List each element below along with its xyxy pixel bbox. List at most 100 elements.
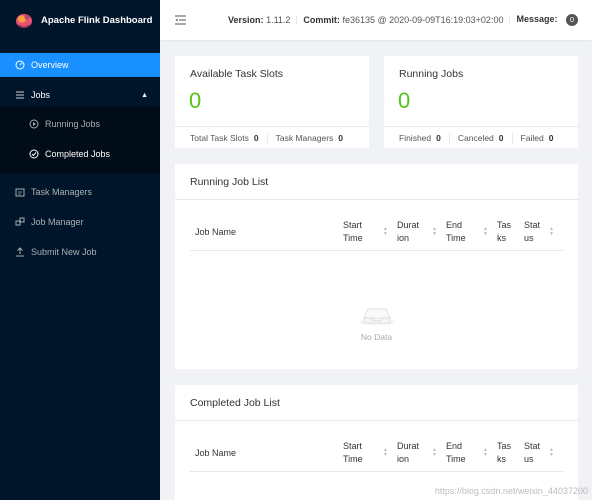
version-info: Version: 1.11.2: [222, 15, 298, 25]
column-label: Durat ion: [397, 220, 420, 243]
schedule-icon: [15, 187, 25, 197]
play-circle-icon: [29, 119, 39, 129]
card-title: Completed Job List: [175, 385, 578, 421]
column-header-end-time[interactable]: End Time ▲ ▼: [441, 440, 492, 466]
stat-label: Canceled: [457, 132, 494, 143]
brand[interactable]: Apache Flink Dashboard: [0, 0, 160, 40]
failed-count: Failed 0: [521, 133, 562, 143]
task-managers-count: Task Managers 0: [276, 133, 351, 143]
sort-icon[interactable]: ▲ ▼: [432, 227, 437, 237]
column-label: End Time: [446, 441, 466, 464]
completed-job-table: Job Name Start Time ▲ ▼ Durat ion ▲ ▼ End Ti…: [190, 435, 563, 472]
column-label: End Time: [446, 220, 466, 243]
sort-icon[interactable]: ▲ ▼: [549, 448, 554, 458]
sidebar-item-job-manager[interactable]: Job Manager: [0, 210, 160, 234]
sidebar-item-overview[interactable]: Overview: [0, 53, 160, 77]
commit-info: Commit: fe36135 @ 2020-09-09T16:19:03+02…: [297, 15, 511, 25]
sort-icon[interactable]: ▲ ▼: [383, 448, 388, 458]
column-header-start-time[interactable]: Start Time ▲ ▼: [338, 219, 392, 245]
sidebar-item-label: Overview: [31, 60, 69, 70]
stat-value: 0: [253, 132, 259, 143]
sidebar-menu: Overview Jobs ▲ Running Jobs Completed J…: [0, 53, 160, 264]
card-footer: Total Task Slots 0 Task Managers 0: [175, 126, 369, 148]
sidebar-item-label: Running Jobs: [45, 119, 101, 129]
column-label: Tas ks: [497, 441, 512, 464]
version-label: Version:: [228, 15, 264, 25]
column-header-job-name[interactable]: Job Name: [190, 226, 338, 239]
message-info[interactable]: Message: 0: [510, 14, 584, 26]
stat-label: Task Managers: [275, 132, 334, 143]
sort-icon[interactable]: ▲ ▼: [432, 448, 437, 458]
upload-icon: [15, 247, 25, 257]
sidebar-item-completed-jobs[interactable]: Completed Jobs: [0, 142, 160, 166]
column-label: Tas ks: [497, 220, 512, 243]
cluster-icon: [15, 217, 25, 227]
sidebar-item-label: Completed Jobs: [45, 149, 111, 159]
header-info: Version: 1.11.2 Commit: fe36135 @ 2020-0…: [222, 14, 592, 26]
stat-label: Finished: [399, 132, 432, 143]
running-job-table: Job Name Start Time ▲ ▼ Durat ion ▲ ▼ End Ti…: [190, 214, 563, 342]
column-header-tasks[interactable]: Tas ks: [492, 440, 519, 466]
running-job-list-card: Running Job List Job Name Start Time ▲ ▼ D…: [175, 164, 578, 369]
card-title: Available Task Slots: [190, 68, 283, 80]
menu-fold-icon[interactable]: [175, 15, 186, 25]
column-label: Start Time: [343, 220, 363, 243]
finished-count: Finished 0: [399, 132, 450, 143]
column-header-end-time[interactable]: End Time ▲ ▼: [441, 219, 492, 245]
stat-value: 0: [498, 132, 504, 143]
sidebar-item-task-managers[interactable]: Task Managers: [0, 180, 160, 204]
column-header-job-name[interactable]: Job Name: [190, 447, 338, 460]
commit-value: fe36135 @ 2020-09-09T16:19:03+02:00: [342, 15, 504, 25]
canceled-count: Canceled 0: [457, 132, 513, 143]
watermark: https://blog.csdn.net/weixin_44037200: [434, 486, 588, 496]
version-value: 1.11.2: [266, 15, 291, 25]
completed-job-list-card: Completed Job List Job Name Start Time ▲ ▼…: [175, 385, 578, 500]
sort-icon[interactable]: ▲ ▼: [483, 227, 488, 237]
column-header-start-time[interactable]: Start Time ▲ ▼: [338, 440, 392, 466]
total-task-slots: Total Task Slots 0: [190, 132, 268, 143]
stat-label: Total Task Slots: [190, 132, 249, 143]
empty-text: No Data: [360, 332, 393, 342]
table-header: Job Name Start Time ▲ ▼ Durat ion ▲ ▼ End Ti…: [190, 214, 563, 251]
sort-icon[interactable]: ▲ ▼: [483, 448, 488, 458]
card-title: Running Job List: [175, 164, 578, 200]
jobs-submenu: Running Jobs Completed Jobs: [0, 107, 160, 174]
sidebar-item-label: Job Manager: [31, 217, 84, 227]
check-circle-icon: [29, 149, 39, 159]
running-jobs-value: 0: [398, 88, 411, 113]
column-header-duration[interactable]: Durat ion ▲ ▼: [392, 219, 441, 245]
chevron-up-icon: ▲: [141, 91, 148, 99]
column-label: Job Name: [195, 226, 237, 237]
sidebar-item-jobs[interactable]: Jobs ▲: [0, 83, 160, 107]
sidebar-item-label: Submit New Job: [31, 247, 97, 257]
column-label: Stat us: [524, 220, 541, 243]
sidebar-item-label: Jobs: [31, 90, 51, 100]
message-count-badge[interactable]: 0: [566, 14, 578, 26]
column-header-status[interactable]: Stat us ▲ ▼: [519, 219, 558, 245]
empty-state: No Data: [190, 300, 563, 342]
sidebar-item-submit-new-job[interactable]: Submit New Job: [0, 240, 160, 264]
jobs-list-icon: [15, 90, 25, 100]
available-slots-value: 0: [189, 88, 202, 113]
stat-label: Failed: [520, 132, 544, 143]
stat-value: 0: [548, 132, 554, 143]
sidebar: Apache Flink Dashboard Overview Jobs ▲ R…: [0, 0, 160, 500]
top-header: Version: 1.11.2 Commit: fe36135 @ 2020-0…: [160, 0, 592, 40]
stat-value: 0: [338, 132, 344, 143]
running-jobs-card: Running Jobs 0 Finished 0 Canceled 0 Faile…: [384, 56, 578, 148]
column-label: Start Time: [343, 441, 363, 464]
column-header-status[interactable]: Stat us ▲ ▼: [519, 440, 558, 466]
sort-icon[interactable]: ▲ ▼: [549, 227, 554, 237]
card-footer: Finished 0 Canceled 0 Failed 0: [384, 126, 578, 148]
stat-value: 0: [436, 132, 441, 143]
column-header-tasks[interactable]: Tas ks: [492, 219, 519, 245]
flink-logo-icon: [16, 14, 32, 29]
message-label: Message:: [516, 14, 558, 24]
column-header-duration[interactable]: Durat ion ▲ ▼: [392, 440, 441, 466]
commit-label: Commit:: [303, 15, 340, 25]
card-title: Running Jobs: [399, 68, 464, 80]
sidebar-item-running-jobs[interactable]: Running Jobs: [0, 112, 160, 136]
column-label: Stat us: [524, 441, 541, 464]
table-header: Job Name Start Time ▲ ▼ Durat ion ▲ ▼ End Ti…: [190, 435, 563, 472]
sort-icon[interactable]: ▲ ▼: [383, 227, 388, 237]
